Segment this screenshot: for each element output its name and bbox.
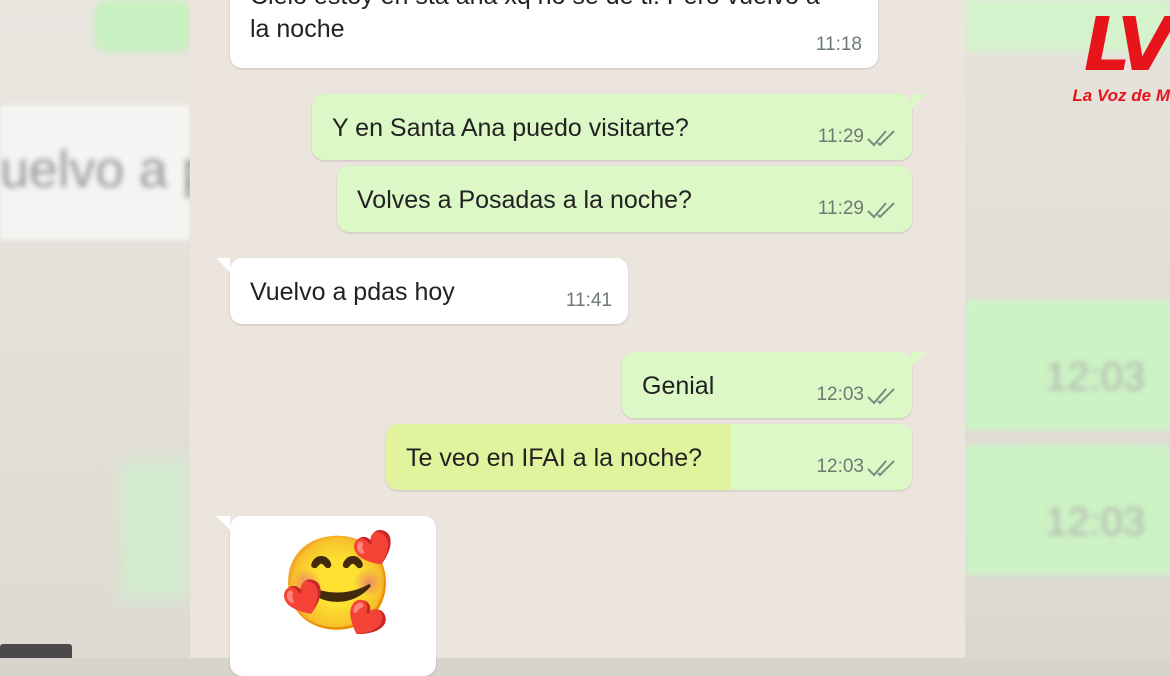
smiling-face-with-hearts-icon: 🥰 <box>280 530 395 637</box>
video-control-corner <box>0 644 72 658</box>
message-text: Vuelvo a pdas hoy <box>250 278 455 306</box>
message-text: Volves a Posadas a la noche? <box>357 186 692 214</box>
message-text: Te veo en IFAI a la noche? <box>406 444 703 472</box>
message-text: Y en Santa Ana puedo visitarte? <box>332 114 689 142</box>
message-time: 11:29 <box>817 198 864 219</box>
message-time: 12:03 <box>816 384 864 405</box>
double-check-icon <box>867 130 895 147</box>
double-check-icon <box>867 460 895 477</box>
message-text-line: la noche <box>250 14 345 43</box>
message-time: 11:41 <box>565 290 612 311</box>
message-time: 11:29 <box>817 126 864 147</box>
blurred-time: 12:03 <box>1045 355 1146 399</box>
chat-conversation: Cielo estoy en sta ana xq no se de ti. P… <box>190 0 965 676</box>
logo-subtitle: La Voz de M <box>1072 86 1170 105</box>
message-text: Cielo estoy en sta ana xq no se de ti. P… <box>250 0 820 45</box>
blurred-bubble <box>95 0 190 52</box>
background-left-panel: uelvo a pd <box>0 0 240 658</box>
message-outgoing[interactable]: Genial 12:03 <box>622 352 926 418</box>
logo-mark: LV <box>1083 2 1170 88</box>
bubble-tail <box>216 258 230 272</box>
blurred-time: 12:03 <box>1045 500 1146 544</box>
message-outgoing-highlighted[interactable]: Te veo en IFAI a la noche? 12:03 <box>386 424 912 490</box>
bubble-tail <box>912 94 926 108</box>
message-text: Genial <box>642 372 715 400</box>
message-time: 11:18 <box>815 34 862 55</box>
message-incoming[interactable]: Vuelvo a pdas hoy 11:41 <box>216 258 628 324</box>
bubble-tail <box>912 352 926 366</box>
message-incoming[interactable]: Cielo estoy en sta ana xq no se de ti. P… <box>230 0 878 68</box>
blurred-bubble <box>120 460 190 600</box>
message-time: 12:03 <box>816 456 864 477</box>
bubble-tail <box>216 516 230 530</box>
message-outgoing[interactable]: Y en Santa Ana puedo visitarte? 11:29 <box>312 94 926 160</box>
message-outgoing[interactable]: Volves a Posadas a la noche? 11:29 <box>337 166 912 232</box>
message-text-line: Cielo estoy en sta ana xq no se de ti. P… <box>250 0 820 13</box>
double-check-icon <box>867 388 895 405</box>
double-check-icon <box>867 202 895 219</box>
channel-logo: LV La Voz de M <box>1072 2 1170 118</box>
message-incoming-emoji[interactable]: 🥰 <box>216 516 436 676</box>
